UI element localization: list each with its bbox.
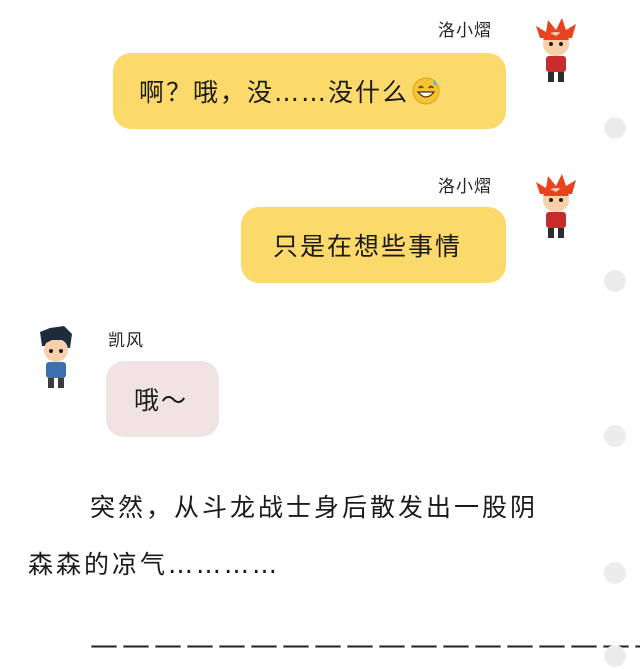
- narration-line-1: 突然，从斗龙战士身后散发出一股阴: [90, 493, 539, 522]
- red-haired-boy-avatar-1[interactable]: [534, 18, 578, 84]
- red-haired-boy-avatar-2[interactable]: [534, 174, 578, 240]
- side-dot-2[interactable]: [604, 270, 626, 292]
- side-dot-1[interactable]: [604, 117, 626, 139]
- sender-name-2: 洛小熠: [438, 177, 492, 197]
- grinning-sweat-emoji-icon: [412, 77, 440, 105]
- side-dot-5[interactable]: [604, 645, 626, 667]
- side-dot-4[interactable]: [604, 562, 626, 584]
- message-bubble-1[interactable]: 啊？哦，没……没什么: [113, 53, 506, 129]
- message-text-3: 哦～: [134, 386, 189, 415]
- sender-name-3: 凯风: [108, 331, 144, 351]
- side-dot-3[interactable]: [604, 425, 626, 447]
- message-text-2: 只是在想些事情: [273, 232, 463, 261]
- section-divider: ——————————————————: [90, 628, 640, 661]
- message-text-1: 啊？哦，没……没什么: [139, 78, 410, 107]
- sender-name-1: 洛小熠: [438, 21, 492, 41]
- dark-haired-boy-avatar[interactable]: [34, 324, 78, 390]
- narration-line-2: 森森的凉气…………: [28, 550, 281, 579]
- message-bubble-2[interactable]: 只是在想些事情: [241, 207, 506, 283]
- message-bubble-3[interactable]: 哦～: [106, 361, 219, 437]
